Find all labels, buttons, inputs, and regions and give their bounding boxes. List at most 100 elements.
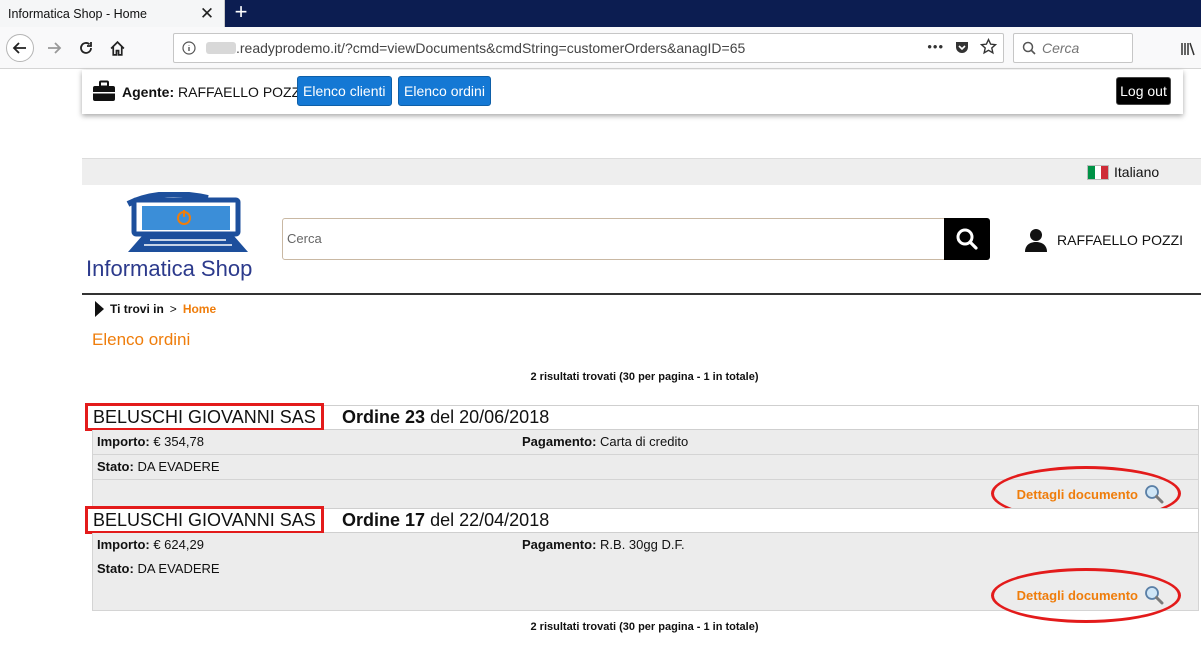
results-summary-top: 2 risultati trovati (30 per pagina - 1 i… — [530, 371, 759, 383]
customer-name: BELUSCHI GIOVANNI SAS — [85, 403, 324, 431]
amount-value: € 624,29 — [153, 537, 204, 552]
amount-label: Importo: — [97, 537, 150, 552]
client-list-button[interactable]: Elenco clienti — [297, 76, 392, 106]
order-payment: Pagamento: Carta di credito — [522, 434, 688, 449]
order-status-row: Stato: DA EVADERE — [92, 455, 1199, 480]
magnifier-icon — [1145, 485, 1164, 504]
order-amount-row: Importo: € 354,78 Pagamento: Carta di cr… — [92, 430, 1199, 455]
info-icon[interactable] — [182, 41, 196, 55]
order-status-row: Stato: DA EVADERE — [92, 557, 1199, 582]
page-actions-menu-icon[interactable]: ••• — [927, 39, 944, 54]
payment-label: Pagamento: — [522, 434, 597, 449]
close-tab-icon[interactable]: ✕ — [196, 4, 218, 24]
details-label: Dettagli documento — [1016, 486, 1138, 502]
tab-title: Informatica Shop - Home — [8, 6, 147, 21]
order-header: BELUSCHI GIOVANNI SAS Ordine 17 del 22/0… — [85, 506, 1199, 534]
reload-button[interactable] — [72, 34, 100, 62]
briefcase-icon — [93, 80, 115, 101]
new-tab-button[interactable]: + — [228, 0, 254, 26]
order-number: 17 — [405, 510, 426, 530]
payment-label: Pagamento: — [522, 537, 597, 552]
details-label: Dettagli documento — [1016, 587, 1138, 603]
status-value: DA EVADERE — [137, 561, 220, 576]
order-status: Stato: DA EVADERE — [97, 561, 220, 576]
agent-label: Agente: — [122, 84, 175, 100]
order-of-word: del — [430, 510, 455, 530]
document-details-link[interactable]: Dettagli documento — [1017, 484, 1164, 504]
user-account[interactable]: RAFFAELLO POZZI — [1025, 228, 1183, 252]
results-summary-bottom: 2 risultati trovati (30 per pagina - 1 i… — [530, 621, 759, 633]
order-header: BELUSCHI GIOVANNI SAS Ordine 23 del 20/0… — [85, 403, 1199, 431]
browser-tab-home[interactable]: Informatica Shop - Home ✕ — [0, 0, 225, 27]
browser-search-box[interactable] — [1013, 33, 1133, 63]
page-title: Elenco ordini — [92, 330, 191, 349]
breadcrumb-label: Ti trovi in — [110, 302, 164, 316]
browser-tabstrip: Informatica Shop - Home ✕ + — [0, 0, 1201, 27]
breadcrumb-separator: > — [169, 302, 177, 316]
home-icon — [110, 40, 124, 56]
agent-toolbar: Agente: RAFFAELLO POZZI Elenco clienti E… — [82, 70, 1183, 114]
site-search-box — [282, 218, 945, 260]
browser-search-input[interactable] — [1042, 40, 1122, 56]
order-title: Ordine 17 del 22/04/2018 — [342, 510, 549, 531]
forward-button[interactable] — [40, 34, 68, 62]
document-details-link[interactable]: Dettagli documento — [1017, 585, 1164, 605]
logout-button[interactable]: Log out — [1116, 77, 1171, 105]
user-icon — [1025, 229, 1047, 252]
payment-value: R.B. 30gg D.F. — [600, 537, 685, 552]
search-icon — [956, 228, 978, 250]
order-title: Ordine 23 del 20/06/2018 — [342, 407, 549, 428]
browser-navbar: .readyprodemo.it/?cmd=viewDocuments&cmdS… — [0, 27, 1201, 69]
order-word: Ordine — [342, 407, 401, 427]
logo-text: Informatica Shop — [86, 256, 253, 281]
order-payment: Pagamento: R.B. 30gg D.F. — [522, 537, 685, 552]
customer-name: BELUSCHI GIOVANNI SAS — [85, 506, 324, 534]
home-button[interactable] — [103, 34, 131, 62]
order-date: 20/06/2018 — [459, 407, 550, 427]
back-button[interactable] — [6, 34, 34, 62]
italian-flag-icon — [1087, 164, 1109, 180]
library-button[interactable] — [1180, 41, 1196, 60]
order-details-row: Dettagli documento — [92, 581, 1199, 611]
order-amount: Importo: € 354,78 — [97, 434, 204, 449]
language-label: Italiano — [1114, 164, 1160, 180]
computer-logo-icon — [126, 192, 248, 252]
magnifier-icon — [1145, 586, 1164, 605]
header-divider — [82, 293, 1201, 295]
status-value: DA EVADERE — [137, 459, 220, 474]
breadcrumb-home-link[interactable]: Home — [183, 302, 216, 316]
order-status: Stato: DA EVADERE — [97, 459, 220, 474]
language-bar: Italiano — [82, 158, 1201, 185]
order-list-button[interactable]: Elenco ordini — [398, 76, 491, 106]
status-label: Stato: — [97, 561, 134, 576]
payment-value: Carta di credito — [600, 434, 689, 449]
order-amount-row: Importo: € 624,29 Pagamento: R.B. 30gg D… — [92, 533, 1199, 558]
agent-info: Agente: RAFFAELLO POZZI — [122, 84, 304, 100]
bookmark-star-icon[interactable] — [980, 38, 997, 55]
site-search-input[interactable] — [287, 219, 927, 257]
breadcrumb: Ti trovi in > Home — [94, 301, 216, 317]
pocket-icon[interactable] — [954, 39, 970, 55]
order-date: 22/04/2018 — [459, 510, 550, 530]
amount-value: € 354,78 — [153, 434, 204, 449]
order-number: 23 — [405, 407, 426, 427]
site-search-button[interactable] — [944, 218, 990, 260]
arrow-right-icon — [48, 42, 62, 54]
order-amount: Importo: € 624,29 — [97, 537, 204, 552]
status-label: Stato: — [97, 459, 134, 474]
search-icon — [1022, 41, 1036, 55]
url-text[interactable]: .readyprodemo.it/?cmd=viewDocuments&cmdS… — [236, 40, 745, 56]
order-of-word: del — [430, 407, 455, 427]
amount-label: Importo: — [97, 434, 150, 449]
address-bar[interactable]: .readyprodemo.it/?cmd=viewDocuments&cmdS… — [173, 33, 1004, 63]
redacted-domain — [206, 42, 236, 54]
language-selector[interactable]: Italiano — [1087, 164, 1159, 180]
user-name: RAFFAELLO POZZI — [1057, 232, 1184, 248]
caret-right-icon — [95, 301, 104, 317]
order-word: Ordine — [342, 510, 401, 530]
site-logo[interactable]: Informatica Shop — [86, 192, 268, 286]
reload-icon — [80, 42, 92, 54]
arrow-left-icon — [12, 42, 26, 54]
library-icon — [1181, 42, 1195, 56]
agent-name: RAFFAELLO POZZI — [178, 84, 305, 100]
